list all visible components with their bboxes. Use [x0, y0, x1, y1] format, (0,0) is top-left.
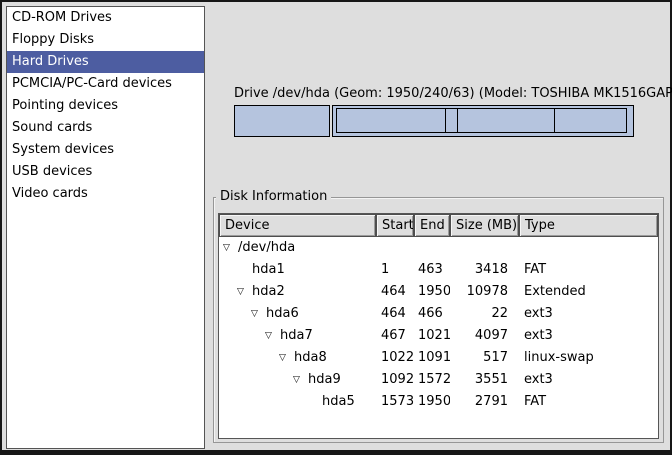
- cell-end: [414, 237, 450, 259]
- cell-size: 3418: [450, 259, 519, 281]
- sidebar-item-hard-drives[interactable]: Hard Drives: [7, 51, 204, 73]
- disk-information-frame: Disk Information Device Start End Size (…: [213, 197, 664, 443]
- hardware-browser-window: { "colors": { "selection": "#4d5da1", "p…: [0, 0, 672, 455]
- table-body: ▽/dev/hdahda114633418FAT▽hda246419501097…: [219, 237, 658, 413]
- device-name: hda1: [252, 259, 285, 281]
- cell-size: [450, 237, 519, 259]
- sidebar-item-sound-cards[interactable]: Sound cards: [7, 117, 204, 139]
- sidebar-device-list: CD-ROM DrivesFloppy DisksHard DrivesPCMC…: [6, 6, 205, 449]
- partition-segment-hda8: [445, 108, 459, 133]
- sidebar-item-video-cards[interactable]: Video cards: [7, 183, 204, 205]
- table-row-hda8[interactable]: ▽hda8 10221091517linux-swap: [219, 347, 658, 369]
- sidebar-item-pcmcia-pc-card-devices[interactable]: PCMCIA/PC-Card devices: [7, 73, 204, 95]
- tree-expander-open-icon[interactable]: ▽: [265, 325, 280, 347]
- column-header-type[interactable]: Type: [519, 214, 658, 237]
- cell-start: 1573: [376, 391, 414, 413]
- cell-type: FAT: [519, 259, 658, 281]
- tree-expander-open-icon[interactable]: ▽: [237, 281, 252, 303]
- tree-expander-open-icon[interactable]: ▽: [293, 369, 308, 391]
- cell-size: 517: [450, 347, 519, 369]
- cell-start: 464: [376, 281, 414, 303]
- sidebar-item-system-devices[interactable]: System devices: [7, 139, 204, 161]
- cell-start: 467: [376, 325, 414, 347]
- cell-start: 464: [376, 303, 414, 325]
- table-row-hda9[interactable]: ▽hda9 109215723551ext3: [219, 369, 658, 391]
- device-name: /dev/hda: [238, 237, 295, 259]
- column-header-size[interactable]: Size (MB): [450, 214, 519, 237]
- cell-end: 1572: [414, 369, 450, 391]
- table-row-hda6[interactable]: ▽hda6 46446622ext3: [219, 303, 658, 325]
- tree-expander-open-icon[interactable]: ▽: [279, 347, 294, 369]
- device-name: hda5: [322, 391, 355, 413]
- cell-end: 463: [414, 259, 450, 281]
- table-row-hda7[interactable]: ▽hda7 46710214097ext3: [219, 325, 658, 347]
- disk-information-frame-label: Disk Information: [216, 189, 331, 205]
- cell-type: [519, 237, 658, 259]
- disk-information-table: Device Start End Size (MB) Type ▽/dev/hd…: [218, 213, 659, 439]
- cell-size: 22: [450, 303, 519, 325]
- sidebar-item-floppy-disks[interactable]: Floppy Disks: [7, 29, 204, 51]
- column-header-device[interactable]: Device: [219, 214, 376, 237]
- cell-type: FAT: [519, 391, 658, 413]
- cell-type: ext3: [519, 303, 658, 325]
- device-name: hda6: [266, 303, 299, 325]
- cell-size: 2791: [450, 391, 519, 413]
- table-row-hda1[interactable]: hda1 14633418FAT: [219, 259, 658, 281]
- cell-type: linux-swap: [519, 347, 658, 369]
- cell-size: 10978: [450, 281, 519, 303]
- table-row-hda2[interactable]: ▽hda2 464195010978Extended: [219, 281, 658, 303]
- cell-end: 1091: [414, 347, 450, 369]
- cell-type: ext3: [519, 369, 658, 391]
- sidebar-item-usb-devices[interactable]: USB devices: [7, 161, 204, 183]
- table-row-hda5[interactable]: hda5 157319502791FAT: [219, 391, 658, 413]
- partition-segment-hda2-extended: [332, 105, 634, 137]
- sidebar-item-cd-rom-drives[interactable]: CD-ROM Drives: [7, 7, 204, 29]
- cell-start: 1022: [376, 347, 414, 369]
- table-header-row: Device Start End Size (MB) Type: [219, 214, 658, 237]
- partition-bar: [234, 105, 634, 137]
- device-name: hda7: [280, 325, 313, 347]
- partition-segment-hda5: [554, 108, 627, 133]
- partition-segment-hda1: [234, 105, 330, 137]
- cell-size: 4097: [450, 325, 519, 347]
- partition-segment-hda7: [336, 108, 446, 133]
- cell-start: [376, 237, 414, 259]
- cell-start: 1: [376, 259, 414, 281]
- table-row--dev-hda[interactable]: ▽/dev/hda: [219, 237, 658, 259]
- cell-type: Extended: [519, 281, 658, 303]
- cell-end: 1021: [414, 325, 450, 347]
- cell-type: ext3: [519, 325, 658, 347]
- partition-segment-hda9: [457, 108, 555, 133]
- cell-end: 1950: [414, 391, 450, 413]
- column-header-start[interactable]: Start: [376, 214, 414, 237]
- tree-expander-open-icon[interactable]: ▽: [223, 237, 238, 259]
- device-name: hda9: [308, 369, 341, 391]
- cell-size: 3551: [450, 369, 519, 391]
- device-name: hda8: [294, 347, 327, 369]
- drive-title: Drive /dev/hda (Geom: 1950/240/63) (Mode…: [234, 86, 634, 102]
- cell-start: 1092: [376, 369, 414, 391]
- tree-expander-open-icon[interactable]: ▽: [251, 303, 266, 325]
- sidebar-item-pointing-devices[interactable]: Pointing devices: [7, 95, 204, 117]
- device-name: hda2: [252, 281, 285, 303]
- column-header-end[interactable]: End: [414, 214, 450, 237]
- cell-end: 1950: [414, 281, 450, 303]
- cell-end: 466: [414, 303, 450, 325]
